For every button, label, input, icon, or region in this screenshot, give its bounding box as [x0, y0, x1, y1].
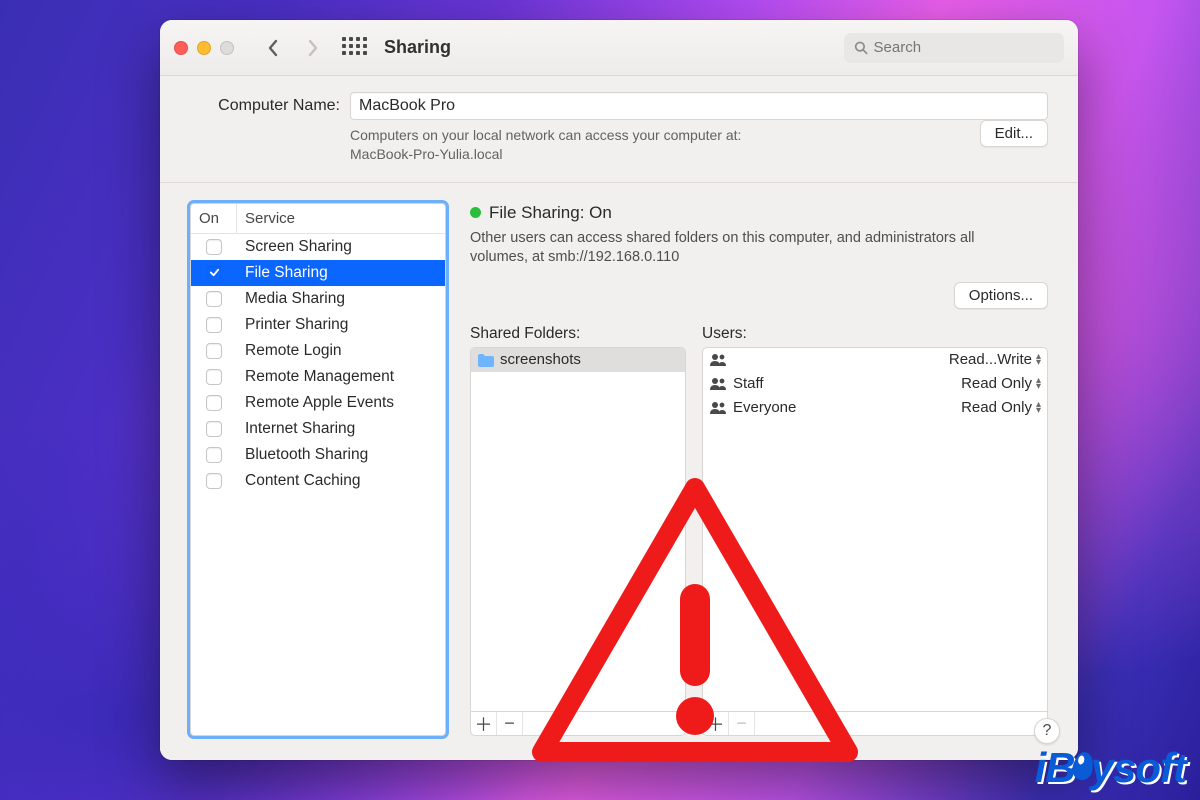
shared-folders-list[interactable]: screenshots: [470, 347, 686, 712]
service-label: Internet Sharing: [237, 420, 445, 438]
remove-shared-folder-button[interactable]: −: [497, 712, 523, 735]
search-field[interactable]: [844, 33, 1064, 63]
user-permission-select[interactable]: Read Only ▴▾: [961, 375, 1041, 392]
service-checkbox[interactable]: [206, 317, 222, 333]
computer-name-label: Computer Name:: [190, 97, 340, 115]
users-column: Users: Read...Write▴▾StaffRead Only▴▾Eve…: [702, 325, 1048, 736]
service-checkbox[interactable]: [206, 265, 222, 281]
stepper-icon: ▴▾: [1036, 354, 1041, 366]
user-row[interactable]: Everyone Read Only ▴▾: [703, 396, 1047, 420]
local-hostname-note: Computers on your local network can acce…: [350, 126, 741, 164]
service-row[interactable]: Screen Sharing: [191, 234, 445, 260]
service-checkbox[interactable]: [206, 291, 222, 307]
status-description: Other users can access shared folders on…: [470, 229, 1030, 268]
user-permission-value: Read...Write: [949, 351, 1032, 368]
help-button[interactable]: ?: [1034, 718, 1060, 744]
window-title: Sharing: [384, 37, 451, 58]
service-label: Media Sharing: [237, 290, 445, 308]
titlebar: Sharing: [160, 20, 1078, 76]
folder-icon: [477, 353, 494, 367]
service-label: Printer Sharing: [237, 316, 445, 334]
service-row[interactable]: Remote Apple Events: [191, 390, 445, 416]
service-checkbox[interactable]: [206, 473, 222, 489]
add-user-button[interactable]: ＋: [703, 712, 729, 735]
service-label: Remote Management: [237, 368, 445, 386]
service-checkbox[interactable]: [206, 421, 222, 437]
computer-name-section: Computer Name: MacBook Pro Computers on …: [160, 76, 1078, 183]
service-row[interactable]: Media Sharing: [191, 286, 445, 312]
service-row[interactable]: Bluetooth Sharing: [191, 442, 445, 468]
shared-folders-title: Shared Folders:: [470, 325, 686, 343]
main-content: On Service Screen Sharing File Sharing Med…: [160, 183, 1078, 760]
service-label: Remote Apple Events: [237, 394, 445, 412]
forward-button: [298, 33, 328, 63]
service-row[interactable]: File Sharing: [191, 260, 445, 286]
status-indicator-icon: [470, 207, 481, 218]
add-shared-folder-button[interactable]: ＋: [471, 712, 497, 735]
service-checkbox[interactable]: [206, 369, 222, 385]
services-header: On Service: [191, 204, 445, 234]
chevron-right-icon: [306, 39, 320, 57]
service-checkbox[interactable]: [206, 343, 222, 359]
user-permission-value: Read Only: [961, 399, 1032, 416]
window-controls: [174, 41, 234, 55]
remove-user-button[interactable]: −: [729, 712, 755, 735]
users-title: Users:: [702, 325, 1048, 343]
service-label: Content Caching: [237, 472, 445, 490]
preferences-window: Sharing Computer Name: MacBook Pro Compu…: [160, 20, 1078, 760]
service-row[interactable]: Internet Sharing: [191, 416, 445, 442]
service-checkbox[interactable]: [206, 239, 222, 255]
service-label: Remote Login: [237, 342, 445, 360]
user-row[interactable]: Staff Read Only ▴▾: [703, 372, 1047, 396]
iboysoft-logo: iBysoft: [1035, 744, 1186, 792]
shared-folders-column: Shared Folders: screenshots ＋ −: [470, 325, 686, 736]
column-on: On: [191, 204, 237, 233]
minimize-window-button[interactable]: [197, 41, 211, 55]
service-label: Screen Sharing: [237, 238, 445, 256]
grid-icon: [342, 37, 364, 59]
back-button[interactable]: [258, 33, 288, 63]
shared-folders-toolbar: ＋ −: [470, 712, 686, 736]
stepper-icon: ▴▾: [1036, 378, 1041, 390]
computer-name-field[interactable]: MacBook Pro: [350, 92, 1048, 120]
user-permission-select[interactable]: Read...Write ▴▾: [949, 351, 1041, 368]
service-row[interactable]: Printer Sharing: [191, 312, 445, 338]
close-window-button[interactable]: [174, 41, 188, 55]
service-label: Bluetooth Sharing: [237, 446, 445, 464]
users-toolbar: ＋ −: [702, 712, 1048, 736]
status-title: File Sharing: On: [489, 203, 612, 223]
services-list[interactable]: On Service Screen Sharing File Sharing Med…: [190, 203, 446, 736]
shared-folder-name: screenshots: [500, 351, 581, 368]
users-list[interactable]: Read...Write ▴▾ Staff Read Only ▴▾ Everyone Re…: [702, 347, 1048, 712]
chevron-left-icon: [266, 39, 280, 57]
search-input[interactable]: [874, 39, 1054, 56]
people-icon: [709, 377, 727, 390]
zoom-window-button: [220, 41, 234, 55]
people-icon: [709, 353, 727, 366]
user-permission-value: Read Only: [961, 375, 1032, 392]
service-row[interactable]: Content Caching: [191, 468, 445, 494]
computer-name-value: MacBook Pro: [359, 97, 455, 115]
shared-folder-row[interactable]: screenshots: [471, 348, 685, 372]
show-all-button[interactable]: [338, 33, 368, 63]
options-button[interactable]: Options...: [954, 282, 1048, 309]
user-name: Everyone: [733, 399, 796, 416]
user-permission-select[interactable]: Read Only ▴▾: [961, 399, 1041, 416]
service-row[interactable]: Remote Login: [191, 338, 445, 364]
service-checkbox[interactable]: [206, 395, 222, 411]
service-detail-pane: File Sharing: On Other users can access …: [470, 203, 1048, 736]
service-label: File Sharing: [237, 264, 445, 282]
user-name: Staff: [733, 375, 764, 392]
column-service: Service: [237, 204, 445, 233]
edit-hostname-button[interactable]: Edit...: [980, 120, 1048, 147]
service-checkbox[interactable]: [206, 447, 222, 463]
user-row[interactable]: Read...Write ▴▾: [703, 348, 1047, 372]
status-line: File Sharing: On: [470, 203, 1048, 223]
search-icon: [854, 40, 868, 55]
stepper-icon: ▴▾: [1036, 402, 1041, 414]
people-icon: [709, 401, 727, 414]
service-row[interactable]: Remote Management: [191, 364, 445, 390]
